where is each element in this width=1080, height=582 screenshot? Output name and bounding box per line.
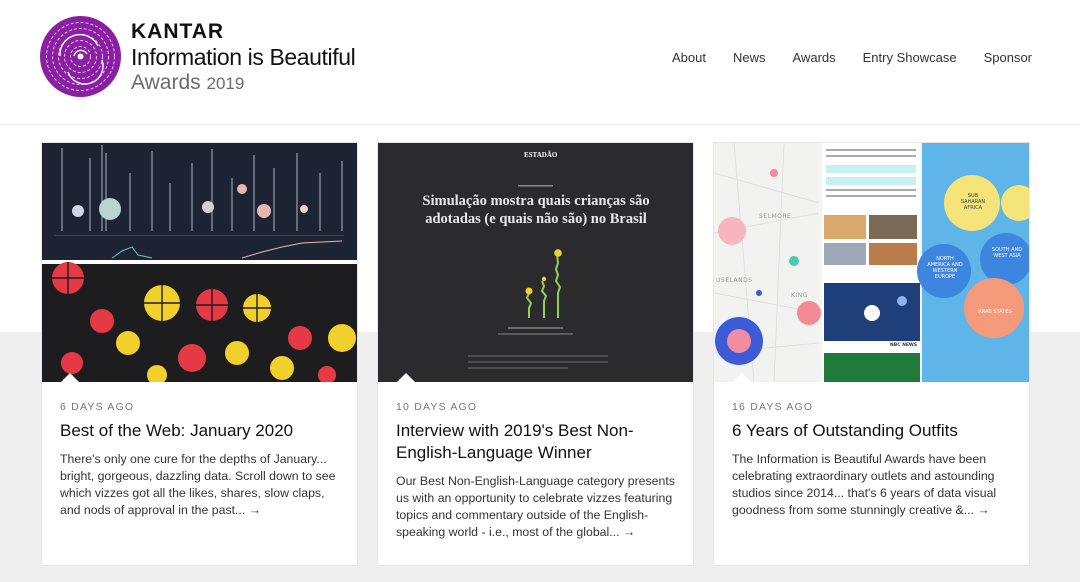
viz-collage-image (42, 143, 357, 382)
thumbnail-notch (60, 373, 80, 382)
nav-item-entry-showcase[interactable]: Entry Showcase (863, 50, 957, 65)
brand-awards: Awards 2019 (131, 70, 355, 97)
nav-item-news[interactable]: News (733, 50, 766, 65)
outfits-collage-image (714, 143, 1029, 382)
bubble-label-south-west-asia: SOUTH AND WEST ASIA (991, 247, 1023, 259)
card-date: 6 DAYS AGO (60, 401, 135, 413)
brand-company: KANTAR (131, 20, 225, 43)
card-thumbnail[interactable]: SELMORE USELANDS KING SUB SAHARAN AFRICA… (714, 143, 1029, 382)
site-header: KANTAR Information is Beautiful Awards 2… (0, 0, 1080, 125)
card-body: 16 DAYS AGO 6 Years of Outstanding Outfi… (714, 382, 1029, 519)
brand-year: 2019 (206, 74, 245, 93)
thumb-headline-line1: Simulação mostra quais crianças são (422, 193, 650, 209)
main-nav: About News Awards Entry Showcase Sponsor (672, 50, 1032, 65)
card-thumbnail[interactable] (42, 143, 357, 382)
card-body: 6 DAYS AGO Best of the Web: January 2020… (42, 382, 357, 519)
card-title[interactable]: Interview with 2019's Best Non-English-L… (396, 420, 675, 464)
bubble-label-sub-saharan: SUB SAHARAN AFRICA (960, 193, 986, 211)
news-card[interactable]: SELMORE USELANDS KING SUB SAHARAN AFRICA… (713, 142, 1030, 566)
news-card[interactable]: 6 DAYS AGO Best of the Web: January 2020… (41, 142, 358, 566)
card-excerpt: Our Best Non-English-Language category p… (396, 474, 675, 539)
thumb-headline-line2: adotadas (e quais não são) no Brasil (425, 211, 647, 227)
thumb-masthead: ESTADÃO (524, 151, 558, 159)
bubble-label-north-america: NORTH AMERICA AND WESTERN EUROPE (927, 256, 963, 280)
card-title[interactable]: Best of the Web: January 2020 (60, 420, 339, 442)
iib-logo-icon[interactable] (40, 16, 121, 97)
map-label-king: KING (791, 292, 808, 299)
brand-wordmark[interactable]: KANTAR Information is Beautiful Awards 2… (131, 20, 356, 97)
thumbnail-notch (396, 373, 416, 382)
map-label-uselands: USELANDS (716, 277, 753, 284)
card-date: 16 DAYS AGO (732, 401, 814, 413)
estadao-article-image (378, 143, 693, 382)
bubble-label-arab-states: ARAB STATES (978, 309, 1012, 315)
map-label-selmore: SELMORE (759, 213, 792, 220)
thumbnail-notch (732, 373, 752, 382)
brand-title: Information is Beautiful (131, 44, 356, 70)
card-date: 10 DAYS AGO (396, 401, 478, 413)
nav-item-about[interactable]: About (672, 50, 706, 65)
card-thumbnail[interactable]: ESTADÃO Simulação mostra quais crianças … (378, 143, 693, 382)
nav-item-sponsor[interactable]: Sponsor (984, 50, 1032, 65)
brand-awards-label: Awards (131, 71, 201, 94)
news-card[interactable]: ESTADÃO Simulação mostra quais crianças … (377, 142, 694, 566)
card-title[interactable]: 6 Years of Outstanding Outfits (732, 420, 1011, 442)
nav-item-awards[interactable]: Awards (793, 50, 836, 65)
news-label: NBC NEWS (890, 343, 918, 348)
card-excerpt: The Information is Beautiful Awards have… (732, 452, 997, 517)
card-excerpt: There's only one cure for the depths of … (60, 452, 336, 517)
card-body: 10 DAYS AGO Interview with 2019's Best N… (378, 382, 693, 541)
